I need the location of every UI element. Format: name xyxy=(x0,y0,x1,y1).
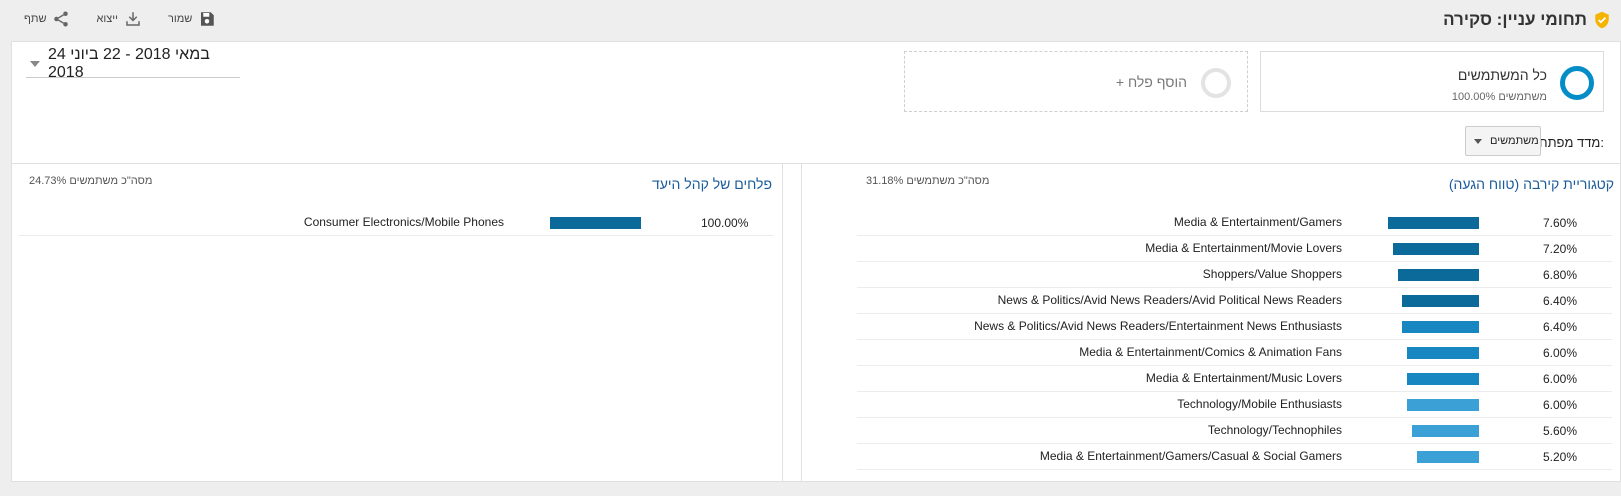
row-percent-value: 6.00% xyxy=(1543,346,1578,360)
share-icon xyxy=(54,11,69,27)
row-value-bar xyxy=(1402,321,1479,333)
key-metric-select[interactable]: משתמשים xyxy=(1465,126,1541,156)
row-category-name: Shoppers/Value Shoppers xyxy=(1202,267,1342,281)
table-row[interactable]: News & Politics/Avid News Readers/Entert… xyxy=(857,314,1612,340)
table-row[interactable]: Media & Entertainment/Gamers/Casual & So… xyxy=(857,444,1612,470)
save-button[interactable]: שמור xyxy=(168,10,216,28)
row-category-name: News & Politics/Avid News Readers/Entert… xyxy=(974,319,1342,333)
row-percent-value: 7.60% xyxy=(1543,216,1578,230)
add-segment-label: + הוסף פלח xyxy=(1115,74,1187,90)
in-market-report-total: 24.73% מסה"כ משתמשים xyxy=(29,175,153,187)
in-market-segments-report: פלחים של קהל היעד 24.73% מסה"כ משתמשים C… xyxy=(12,164,782,482)
toolbar: שתף ייצוא שמור xyxy=(24,10,216,28)
row-value-bar xyxy=(1417,451,1479,463)
key-metric-label: מדד מפתח: xyxy=(1539,135,1604,150)
row-category-name: Technology/Technophiles xyxy=(1207,423,1342,437)
row-percent-value: 5.60% xyxy=(1543,424,1578,438)
affinity-category-report: קטגוריית קירבה (טווח הגעה) 31.18% מסה"כ … xyxy=(850,164,1620,482)
row-category-name: Media & Entertainment/Gamers/Casual & So… xyxy=(1039,449,1342,463)
share-button[interactable]: שתף xyxy=(24,10,70,28)
bottom-strip xyxy=(0,483,1621,496)
row-value-bar xyxy=(1412,425,1479,437)
row-value-bar xyxy=(1407,399,1479,411)
save-icon xyxy=(201,12,215,26)
row-value-bar xyxy=(550,217,641,229)
affinity-report-title[interactable]: קטגוריית קירבה (טווח הגעה) xyxy=(1449,176,1614,192)
in-market-rows: Consumer Electronics/Mobile Phones 100.00… xyxy=(19,210,774,236)
table-row[interactable]: News & Politics/Avid News Readers/Avid P… xyxy=(857,288,1612,314)
download-icon xyxy=(126,12,140,26)
table-row[interactable]: Shoppers/Value Shoppers 6.80% xyxy=(857,262,1612,288)
affinity-report-total: 31.18% מסה"כ משתמשים xyxy=(866,175,990,187)
row-category-name: Media & Entertainment/Movie Lovers xyxy=(1145,241,1342,255)
export-button-label: ייצוא xyxy=(96,13,118,25)
table-row[interactable]: Media & Entertainment/Music Lovers 6.00% xyxy=(857,366,1612,392)
row-value-bar xyxy=(1393,243,1479,255)
segment-name: כל המשתמשים xyxy=(1457,67,1547,83)
row-category-name: Technology/Mobile Enthusiasts xyxy=(1177,397,1342,411)
table-row[interactable]: Media & Entertainment/Gamers 7.60% xyxy=(857,210,1612,236)
page-title-group: תחומי עניין: סקירה xyxy=(1443,10,1611,30)
row-category-name: News & Politics/Avid News Readers/Avid P… xyxy=(997,293,1342,307)
row-category-name: Media & Entertainment/Comics & Animation… xyxy=(1079,345,1342,359)
row-category-name: Media & Entertainment/Gamers xyxy=(1173,215,1342,229)
row-percent-value: 6.40% xyxy=(1543,294,1578,308)
page-title: תחומי עניין: סקירה xyxy=(1443,10,1587,29)
row-value-bar xyxy=(1407,347,1479,359)
reports-area: קטגוריית קירבה (טווח הגעה) 31.18% מסה"כ … xyxy=(12,163,1620,482)
in-market-report-title[interactable]: פלחים של קהל היעד xyxy=(652,176,772,192)
date-range-text: 24 במאי 2018 - 22 ביוני 2018 xyxy=(48,46,210,81)
table-row[interactable]: Media & Entertainment/Comics & Animation… xyxy=(857,340,1612,366)
row-percent-value: 100.00% xyxy=(701,216,749,230)
segment-all-users[interactable]: כל המשתמשים 100.00% משתמשים xyxy=(1260,51,1604,112)
verified-shield-icon xyxy=(1595,11,1609,29)
share-button-label: שתף xyxy=(24,13,47,25)
add-segment-button[interactable]: + הוסף פלח xyxy=(904,51,1248,112)
row-category-name: Consumer Electronics/Mobile Phones xyxy=(303,215,504,229)
row-value-bar xyxy=(1388,217,1479,229)
add-segment-ring-icon xyxy=(1201,68,1231,98)
main-panel: כל המשתמשים 100.00% משתמשים + הוסף פלח 2… xyxy=(11,41,1621,482)
dropdown-caret-icon xyxy=(1474,138,1482,144)
column-divider xyxy=(782,164,783,482)
table-row[interactable]: Consumer Electronics/Mobile Phones 100.00… xyxy=(19,210,774,236)
date-range-picker[interactable]: 24 במאי 2018 - 22 ביוני 2018 xyxy=(26,46,240,81)
key-metric-value: משתמשים xyxy=(1490,135,1539,147)
row-percent-value: 5.20% xyxy=(1543,450,1578,464)
chevron-down-icon xyxy=(30,61,40,67)
affinity-rows: Media & Entertainment/Gamers 7.60% Media &… xyxy=(857,210,1612,470)
row-value-bar xyxy=(1398,269,1479,281)
table-row[interactable]: Technology/Technophiles 5.60% xyxy=(857,418,1612,444)
row-value-bar xyxy=(1402,295,1479,307)
row-category-name: Media & Entertainment/Music Lovers xyxy=(1145,371,1342,385)
top-bar: תחומי עניין: סקירה שתף ייצוא שמור xyxy=(0,0,1621,40)
row-percent-value: 6.80% xyxy=(1543,268,1578,282)
row-value-bar xyxy=(1407,373,1479,385)
row-percent-value: 6.00% xyxy=(1543,398,1578,412)
table-row[interactable]: Media & Entertainment/Movie Lovers 7.20% xyxy=(857,236,1612,262)
export-button[interactable]: ייצוא xyxy=(96,10,141,28)
row-percent-value: 7.20% xyxy=(1543,242,1578,256)
save-button-label: שמור xyxy=(167,13,193,25)
table-row[interactable]: Technology/Mobile Enthusiasts 6.00% xyxy=(857,392,1612,418)
row-percent-value: 6.40% xyxy=(1543,320,1578,334)
segment-percent: 100.00% משתמשים xyxy=(1451,91,1547,103)
row-percent-value: 6.00% xyxy=(1543,372,1578,386)
segment-ring-icon xyxy=(1560,66,1594,100)
column-divider xyxy=(801,164,802,482)
